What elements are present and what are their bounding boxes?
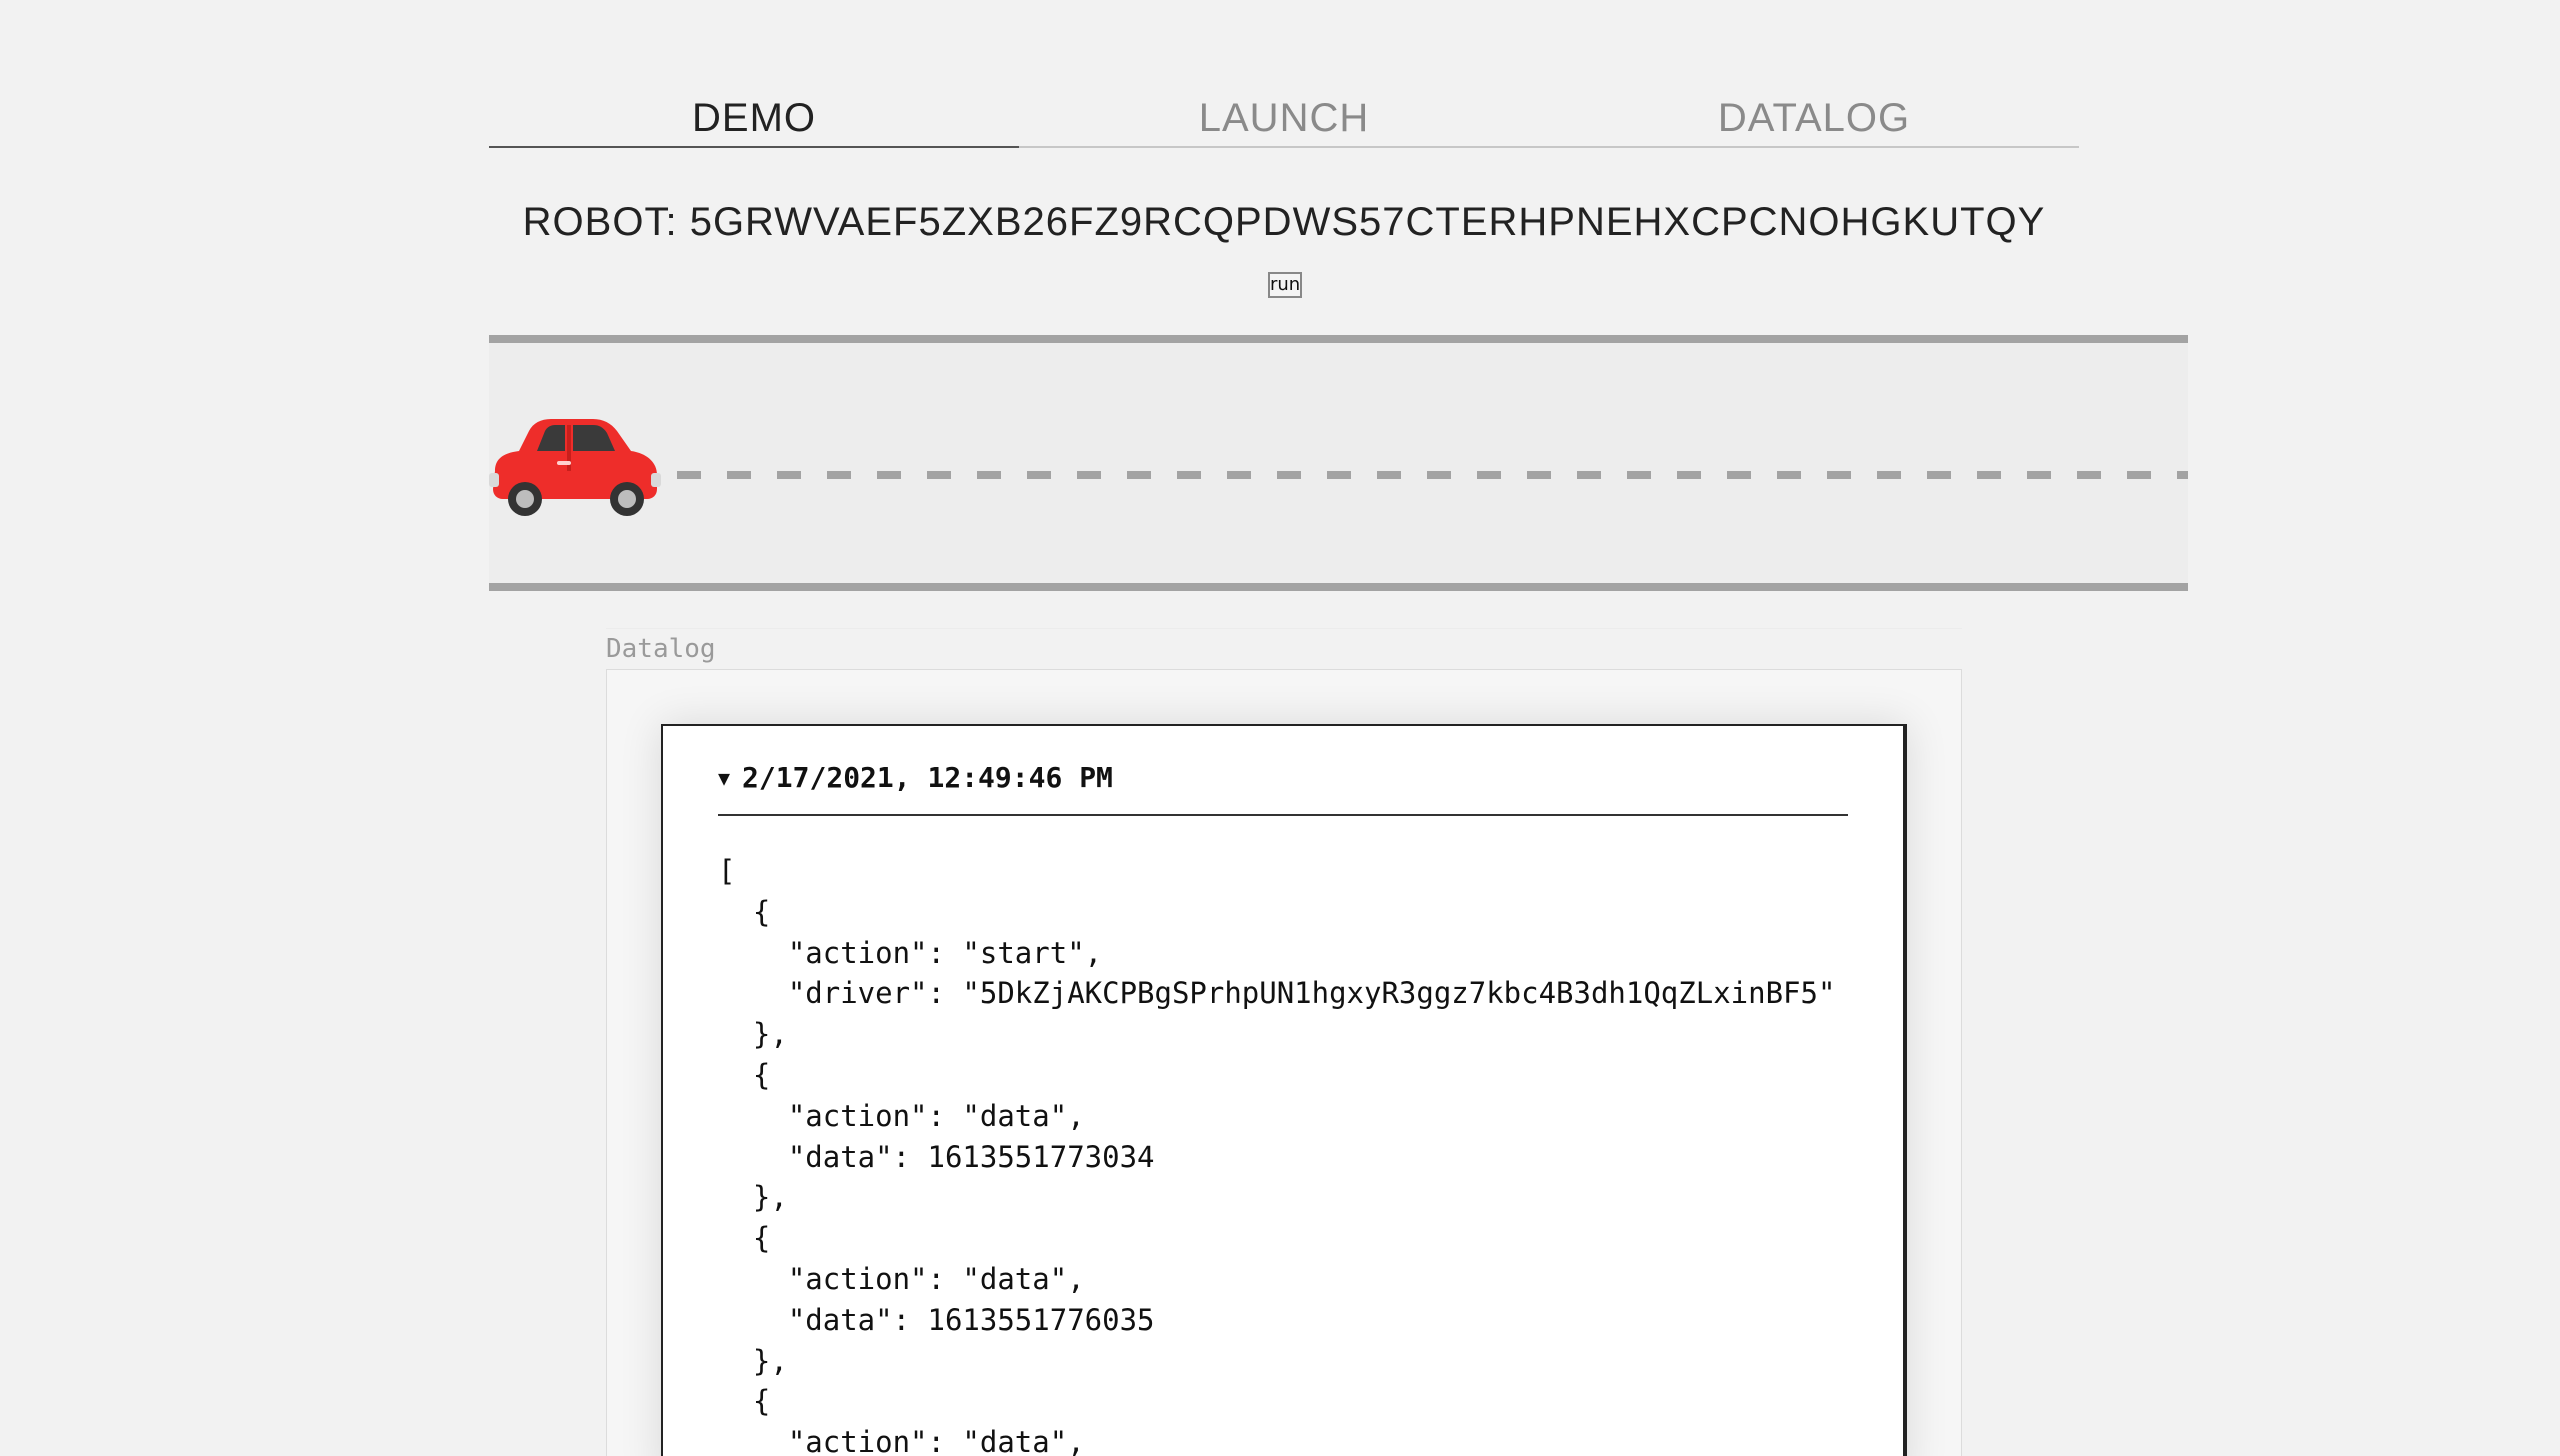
entry-json-content: [ { "action": "start", "driver": "5DkZjA… — [718, 854, 1836, 1456]
run-button[interactable]: run — [1268, 272, 1302, 298]
road-track — [489, 335, 2188, 591]
page: DEMO LAUNCH DATALOG ROBOT: 5GRWVAEF5ZXB2… — [0, 0, 2560, 1456]
tab-launch[interactable]: LAUNCH — [1019, 90, 1549, 146]
entry-timestamp: 2/17/2021, 12:49:46 PM — [742, 761, 1113, 794]
datalog-entry: ▼ 2/17/2021, 12:49:46 PM [ { "action": "s… — [661, 724, 1907, 1456]
datalog-entry-toggle[interactable]: ▼ 2/17/2021, 12:49:46 PM — [718, 758, 1848, 816]
robot-address: ROBOT: 5GRWVAEF5ZXB26FZ9RCQPDWS57CTERHPN… — [522, 200, 2046, 244]
datalog-section-title: Datalog — [606, 628, 1962, 668]
car-icon — [489, 419, 661, 516]
tab-datalog[interactable]: DATALOG — [1549, 90, 2079, 146]
tab-demo[interactable]: DEMO — [489, 90, 1019, 148]
tab-bar: DEMO LAUNCH DATALOG — [489, 90, 2079, 148]
triangle-down-icon: ▼ — [718, 766, 731, 790]
road-lane-marking — [677, 471, 2188, 479]
